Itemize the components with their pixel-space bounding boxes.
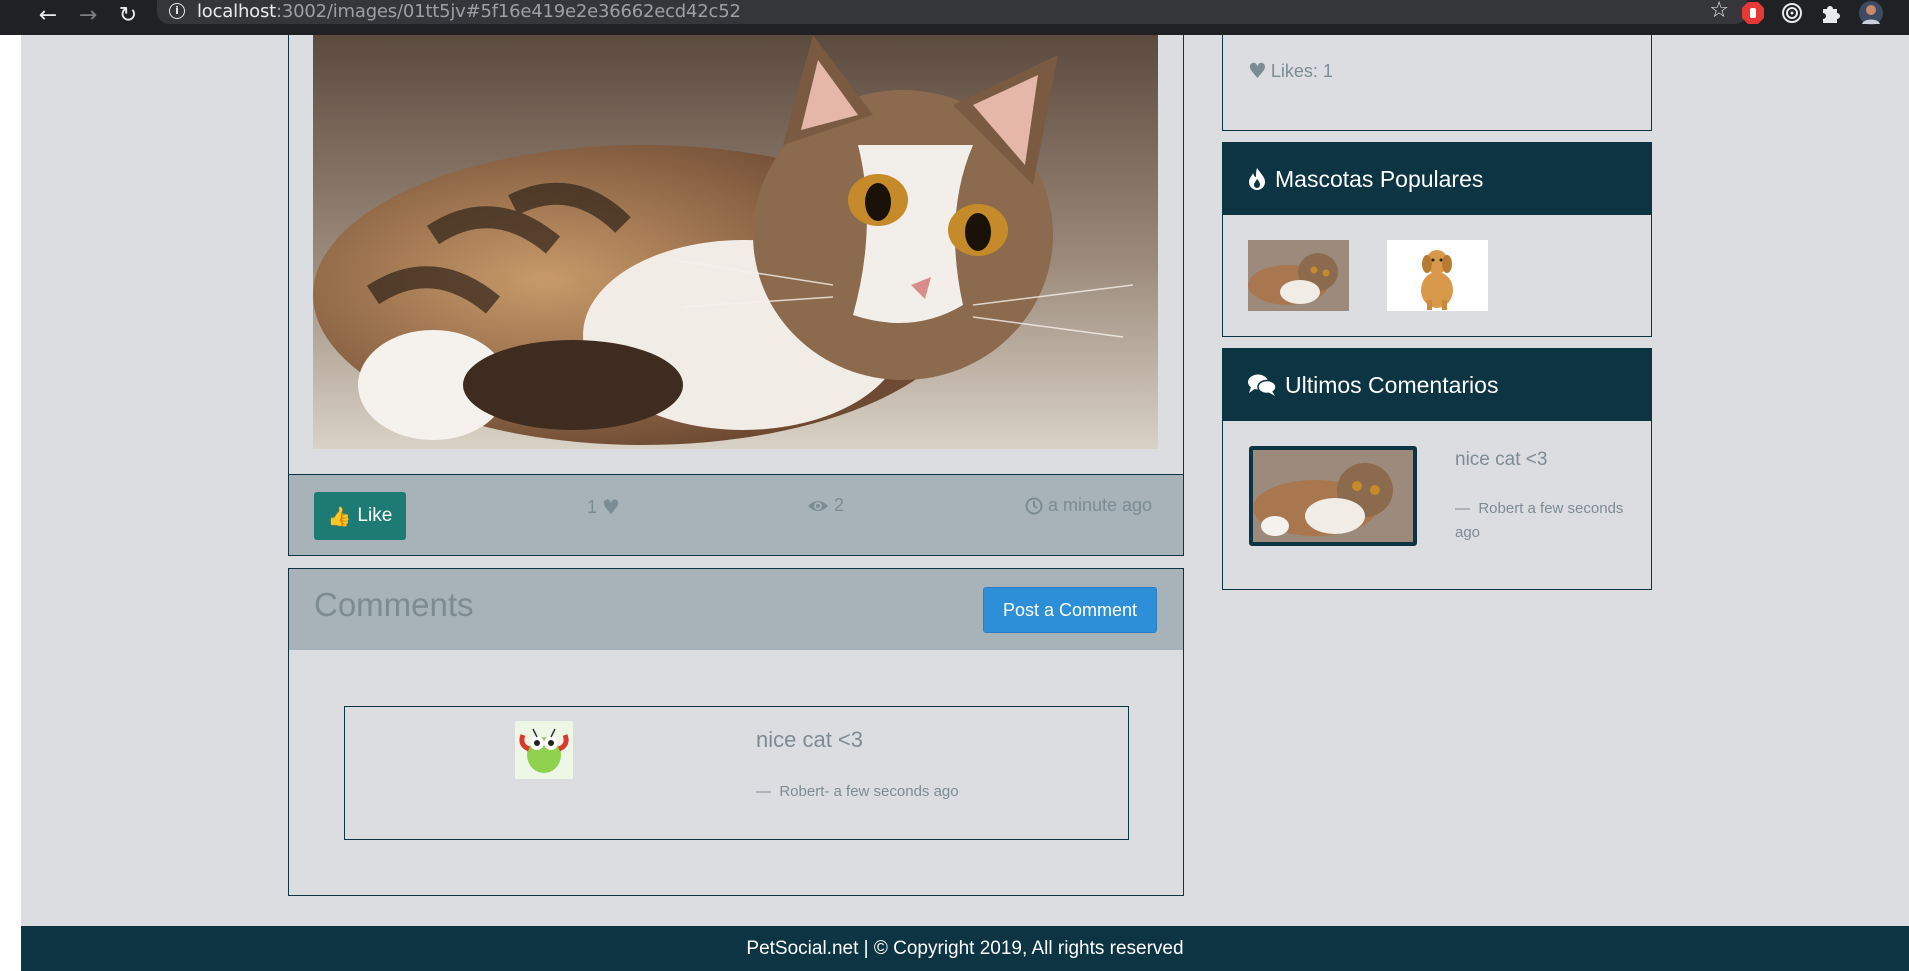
comments-title: Comments — [314, 586, 474, 623]
popular-pet-thumb-cat[interactable] — [1248, 240, 1349, 311]
popular-pets-panel: Mascotas Populares — [1222, 142, 1652, 337]
recent-comments-header: Ultimos Comentarios — [1223, 349, 1651, 421]
recent-comment-thumb[interactable] — [1249, 446, 1417, 546]
likes-summary: ♥ Likes: 1 — [1248, 59, 1333, 83]
eye-icon — [808, 500, 828, 511]
clock-icon — [1025, 497, 1043, 514]
comments-icon — [1248, 374, 1277, 396]
cat-photo — [313, 35, 1158, 449]
profile-avatar-icon[interactable] — [1858, 0, 1884, 26]
like-button[interactable]: 👍 Like — [314, 492, 406, 540]
views-count-stat: 2 — [807, 495, 844, 516]
site-info-icon[interactable]: i — [169, 3, 185, 19]
comments-header: Comments Post a Comment — [288, 568, 1184, 651]
thumbs-up-icon: 👍 — [327, 505, 352, 528]
footer: PetSocial.net | © Copyright 2019, All ri… — [21, 926, 1909, 971]
likes-count-stat: 1 ♥ — [587, 495, 620, 519]
recent-comment-meta: — Robert a few seconds ago — [1455, 500, 1624, 541]
image-stats-bar: 👍 Like 1 ♥ 2 a minute ago — [288, 474, 1184, 556]
posted-time-stat: a minute ago — [1025, 495, 1152, 516]
browser-toolbar: ← → ↻ i localhost:3002/images/01tt5jv#5f… — [0, 0, 1909, 35]
target-extension-icon[interactable] — [1779, 0, 1805, 26]
heart-icon: ♥ — [602, 495, 620, 519]
reload-icon[interactable]: ↻ — [114, 2, 142, 30]
recent-comment-text: nice cat <3 — [1455, 449, 1548, 470]
page-left-gutter — [0, 35, 21, 971]
adblock-extension-icon[interactable] — [1740, 0, 1766, 26]
popular-pet-thumb-dog[interactable] — [1387, 240, 1488, 311]
post-comment-button[interactable]: Post a Comment — [983, 587, 1157, 633]
commenter-avatar — [515, 721, 573, 779]
address-bar[interactable]: i localhost:3002/images/01tt5jv#5f16e419… — [157, 0, 1747, 24]
back-icon[interactable]: ← — [34, 2, 62, 30]
comment-text: nice cat <3 — [756, 727, 864, 752]
likes-summary-box: ♥ Likes: 1 — [1222, 35, 1652, 131]
forward-icon[interactable]: → — [74, 2, 102, 30]
popular-pets-header: Mascotas Populares — [1223, 143, 1651, 215]
heart-icon: ♥ — [1248, 59, 1267, 83]
comment-item: nice cat <3 — Robert- a few seconds ago — [344, 706, 1129, 840]
bookmark-star-icon[interactable]: ☆ — [1709, 0, 1729, 23]
recent-comments-panel: Ultimos Comentarios nice cat <3 — Robert… — [1222, 348, 1652, 590]
fire-icon — [1249, 168, 1265, 190]
comments-list: nice cat <3 — Robert- a few seconds ago — [288, 650, 1184, 896]
url-text[interactable]: localhost:3002/images/01tt5jv#5f16e419e2… — [197, 1, 741, 22]
extensions-puzzle-icon[interactable] — [1818, 0, 1844, 26]
comment-author-time: — Robert- a few seconds ago — [756, 783, 959, 800]
